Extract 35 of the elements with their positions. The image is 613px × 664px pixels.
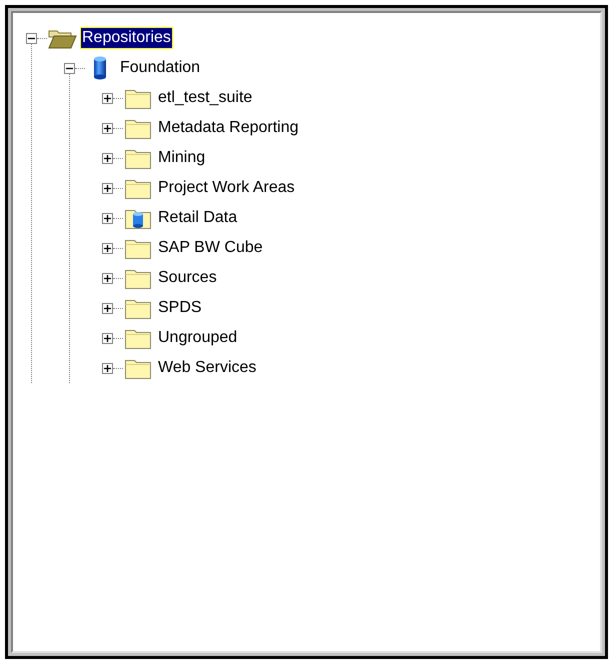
tree-item-label[interactable]: Metadata Reporting [157,118,300,138]
expand-toggle[interactable] [102,302,113,314]
tree-item-label[interactable]: Web Services [157,358,258,378]
tree-item-label[interactable]: SAP BW Cube [157,238,264,258]
plus-icon [104,244,111,252]
expand-toggle[interactable] [102,92,113,104]
plus-icon [104,124,111,132]
tree-item-label[interactable]: Ungrouped [157,328,238,348]
expand-toggle[interactable] [102,272,113,284]
expand-toggle[interactable] [102,182,113,194]
tree-item-label[interactable]: etl_test_suite [157,88,254,108]
plus-icon [104,214,111,222]
tree-item-label[interactable]: Project Work Areas [157,178,296,198]
database-icon [93,56,107,80]
expand-toggle[interactable] [102,152,113,164]
collapse-toggle[interactable] [26,32,37,44]
expand-toggle[interactable] [102,212,113,224]
plus-icon [104,94,111,102]
expand-toggle[interactable] [102,242,113,254]
plus-icon [104,334,111,342]
tree-item-label[interactable]: Retail Data [157,208,238,228]
expand-toggle[interactable] [102,122,113,134]
tree-item-label[interactable]: SPDS [157,298,203,318]
tree-item-label[interactable]: Mining [157,148,206,168]
plus-icon [104,154,111,162]
plus-icon [104,364,111,372]
tree-item-label[interactable]: Foundation [119,58,202,78]
plus-icon [104,274,111,282]
plus-icon [104,304,111,312]
tree-item-label[interactable]: Sources [157,268,218,288]
expand-toggle[interactable] [102,362,113,374]
plus-icon [104,184,111,192]
expand-toggle[interactable] [102,332,113,344]
tree-item-label[interactable]: Repositories [81,28,172,48]
collapse-toggle[interactable] [64,62,75,74]
